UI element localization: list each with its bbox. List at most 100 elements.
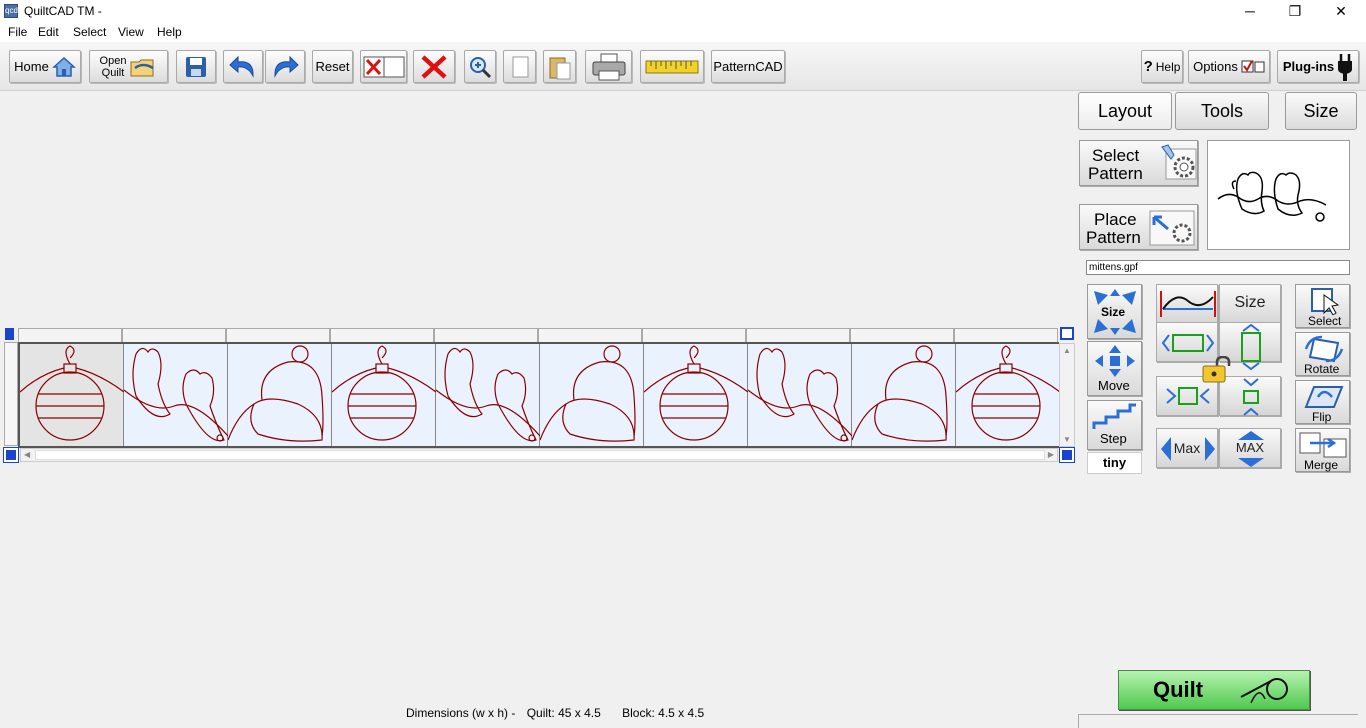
- size-button[interactable]: Size: [1219, 284, 1281, 324]
- tab-size[interactable]: Size: [1285, 92, 1357, 130]
- select-pattern-label-2: Pattern: [1088, 164, 1143, 183]
- menu-file[interactable]: File: [8, 25, 27, 39]
- step-size-field[interactable]: tiny: [1087, 452, 1142, 474]
- copy-button[interactable]: [503, 50, 536, 83]
- tab-tools[interactable]: Tools: [1175, 92, 1269, 130]
- menu-view[interactable]: View: [118, 25, 144, 39]
- minimize-button[interactable]: ─: [1227, 0, 1273, 22]
- fit-width-wave-icon: [1160, 291, 1216, 317]
- ruler-segment: [18, 328, 122, 342]
- aspect-lock-icon[interactable]: [1201, 356, 1235, 384]
- help-button[interactable]: ? Help: [1141, 50, 1183, 83]
- place-pattern-button[interactable]: Place Pattern: [1079, 204, 1198, 250]
- scroll-thumb[interactable]: [35, 450, 1045, 460]
- mittens-pattern-icon: [123, 347, 229, 442]
- ruler-segment: [954, 328, 1058, 342]
- ruler-segment: [850, 328, 954, 342]
- help-label: Help: [1155, 59, 1181, 74]
- fit-width-button[interactable]: [1156, 284, 1218, 324]
- quilt-block[interactable]: [123, 344, 229, 446]
- quilt-block[interactable]: [539, 344, 644, 446]
- size-mode-button[interactable]: Size: [1087, 284, 1142, 339]
- step-button[interactable]: Step: [1087, 400, 1142, 450]
- menu-select[interactable]: Select: [73, 25, 106, 39]
- options-button[interactable]: Options: [1188, 50, 1270, 83]
- select-cursor-icon: [1311, 288, 1340, 315]
- maximize-button[interactable]: ❐: [1272, 0, 1318, 22]
- ornament-pattern-icon: [955, 345, 1061, 441]
- rotate-label: Rotate: [1304, 362, 1340, 376]
- folder-icon: [130, 59, 155, 76]
- quilt-block[interactable]: [643, 344, 749, 446]
- merge-button[interactable]: Merge: [1295, 428, 1350, 472]
- bottom-right-marker[interactable]: [1059, 447, 1075, 463]
- reset-label: Reset: [315, 59, 350, 74]
- menu-bar: File Edit Select View Help: [0, 22, 1366, 42]
- options-label: Options: [1193, 59, 1238, 74]
- quilt-block[interactable]: [19, 344, 125, 446]
- scroll-right-arrow-icon[interactable]: ▶: [1048, 450, 1054, 459]
- clear-selection-button[interactable]: [360, 50, 407, 83]
- menu-help[interactable]: Help: [157, 25, 182, 39]
- ruler-right-marker[interactable]: [1060, 327, 1074, 340]
- toolbar: Home Open Quilt Reset PatternCAD ? Help …: [0, 42, 1366, 91]
- quilt-block[interactable]: [331, 344, 437, 446]
- ruler-segment: [538, 328, 642, 342]
- max-all-button[interactable]: MAX: [1219, 428, 1281, 468]
- move-mode-button[interactable]: Move: [1087, 341, 1142, 396]
- home-button[interactable]: Home: [9, 50, 81, 83]
- printer-icon: [592, 53, 625, 80]
- max-button[interactable]: Max: [1156, 428, 1218, 468]
- patterncad-button[interactable]: PatternCAD: [711, 50, 785, 83]
- select-tool-button[interactable]: Select: [1295, 284, 1350, 328]
- ruler-icon: [645, 60, 699, 73]
- quilt-block[interactable]: [851, 344, 956, 446]
- close-button[interactable]: ✕: [1318, 0, 1364, 22]
- rotate-button[interactable]: Rotate: [1295, 332, 1350, 376]
- stretch-vertical-icon: [1241, 323, 1261, 371]
- hat-pattern-icon: [227, 345, 324, 442]
- quilt-block[interactable]: [227, 344, 332, 446]
- menu-edit[interactable]: Edit: [38, 25, 59, 39]
- undo-button[interactable]: [223, 50, 263, 83]
- redo-button[interactable]: [265, 50, 305, 83]
- zoom-button[interactable]: [464, 50, 496, 83]
- rotate-icon: [1304, 335, 1344, 363]
- pattern-filename-field[interactable]: mittens.gpf: [1086, 260, 1350, 275]
- ruler-left-marker[interactable]: [5, 328, 14, 340]
- save-button[interactable]: [176, 50, 216, 83]
- plugins-button[interactable]: Plug-ins: [1277, 50, 1359, 83]
- open-quilt-button[interactable]: Open Quilt: [89, 50, 168, 83]
- status-bar: Dimensions (w x h) - Quilt: 45 x 4.5 Blo…: [406, 706, 704, 720]
- question-icon: ?: [1143, 58, 1153, 75]
- quilt-block[interactable]: [747, 344, 853, 446]
- scroll-left-arrow-icon[interactable]: ◀: [24, 450, 30, 459]
- print-button[interactable]: [585, 50, 632, 83]
- copy-icon: [512, 56, 528, 77]
- quilt-button[interactable]: Quilt: [1118, 670, 1310, 710]
- merge-label: Merge: [1304, 458, 1339, 472]
- horizontal-scrollbar[interactable]: ◀ ▶: [20, 448, 1058, 462]
- vertical-scrollbar[interactable]: ▲ ▼: [1059, 343, 1075, 447]
- quilt-block[interactable]: [435, 344, 541, 446]
- left-scroll-gutter[interactable]: [4, 342, 18, 446]
- flip-button[interactable]: Flip: [1295, 380, 1350, 424]
- paste-icon: [549, 57, 570, 79]
- sewing-needle-icon: [1240, 678, 1288, 704]
- paste-button[interactable]: [543, 50, 576, 83]
- shrink-vertical-icon: [1243, 378, 1259, 416]
- tab-layout[interactable]: Layout: [1078, 92, 1172, 130]
- scroll-down-arrow-icon[interactable]: ▼: [1063, 435, 1071, 444]
- scroll-up-arrow-icon[interactable]: ▲: [1063, 346, 1071, 355]
- dimensions-label: Dimensions (w x h) -: [406, 706, 516, 720]
- bottom-left-marker[interactable]: [3, 447, 19, 463]
- reset-button[interactable]: Reset: [312, 50, 353, 83]
- quilt-dim-value: 45 x 4.5: [558, 706, 601, 720]
- delete-button[interactable]: [413, 50, 455, 83]
- select-pattern-button[interactable]: Select Pattern: [1079, 140, 1198, 186]
- quilt-block[interactable]: [955, 344, 1061, 446]
- block-dim-value: 4.5 x 4.5: [658, 706, 705, 720]
- hat-pattern-icon: [539, 345, 636, 442]
- quilt-label: Quilt: [101, 66, 125, 79]
- ruler-button[interactable]: [640, 50, 704, 83]
